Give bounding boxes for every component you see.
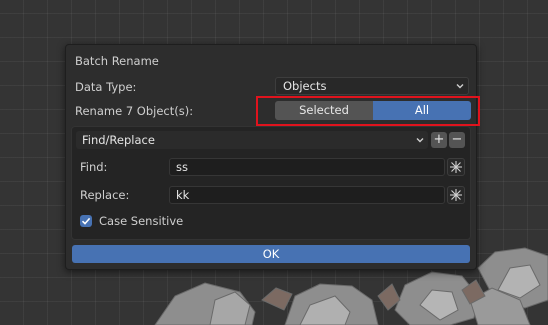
- minus-icon: −: [451, 132, 463, 147]
- add-action-button[interactable]: +: [431, 132, 447, 148]
- eyedropper-icon: [450, 161, 462, 173]
- dialog-title: Batch Rename: [75, 54, 159, 68]
- action-type-dropdown[interactable]: Find/Replace: [76, 131, 428, 149]
- rename-action-panel: Find/Replace + − Find: ss Replace: kk Ca…: [71, 126, 471, 240]
- chevron-down-icon: [416, 138, 424, 143]
- action-type-value: Find/Replace: [82, 133, 155, 147]
- plus-icon: +: [433, 132, 445, 147]
- replace-eyedropper-button[interactable]: [447, 186, 465, 204]
- find-label: Find:: [80, 160, 108, 174]
- checkmark-icon: [81, 217, 91, 225]
- data-type-dropdown[interactable]: Objects: [275, 77, 469, 95]
- batch-rename-dialog: Batch Rename Data Type: Objects Rename 7…: [65, 44, 480, 270]
- replace-label: Replace:: [80, 188, 130, 202]
- find-eyedropper-button[interactable]: [447, 158, 465, 176]
- rename-count-label: Rename 7 Object(s):: [75, 104, 194, 118]
- find-input[interactable]: ss: [169, 158, 445, 176]
- case-sensitive-label: Case Sensitive: [99, 214, 184, 228]
- replace-input[interactable]: kk: [169, 186, 445, 204]
- data-type-value: Objects: [283, 79, 327, 93]
- eyedropper-icon: [450, 189, 462, 201]
- remove-action-button[interactable]: −: [449, 132, 465, 148]
- data-type-label: Data Type:: [75, 80, 137, 94]
- ok-button[interactable]: OK: [72, 245, 470, 263]
- chevron-down-icon: [456, 84, 464, 89]
- case-sensitive-checkbox[interactable]: [80, 215, 92, 227]
- highlight-box: [256, 96, 480, 126]
